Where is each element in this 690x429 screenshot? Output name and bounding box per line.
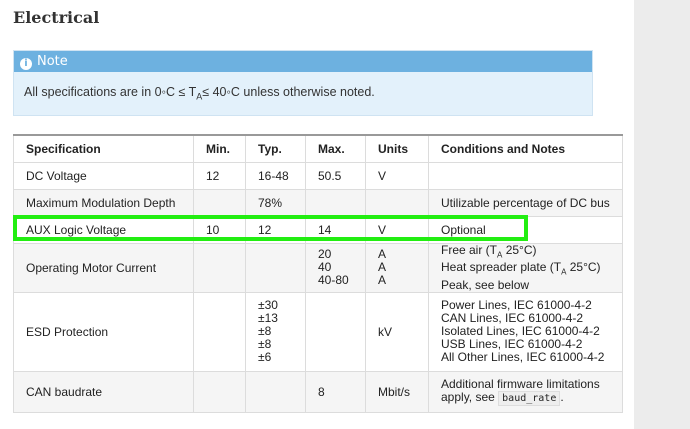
note-text-after: ≤ 40◦C unless otherwise noted.: [202, 85, 375, 99]
note-text-before: All specifications are in 0◦C ≤ T: [24, 85, 197, 99]
cell-notes: Power Lines, IEC 61000-4-2 CAN Lines, IE…: [428, 291, 623, 372]
notes-line: Free air (TA 25°C): [441, 244, 610, 261]
note-admonition: i Note All specifications are in 0◦C ≤ TA…: [13, 50, 593, 116]
cell-units: V: [365, 216, 429, 244]
cell-spec: DC Voltage: [13, 162, 194, 190]
cell-typ: [245, 243, 306, 293]
col-header-units: Units: [365, 134, 429, 163]
table-row: ESD Protection ±30 ±13 ±8 ±8 ±6 kV Power…: [13, 291, 623, 372]
section-title: Electrical: [13, 8, 100, 27]
cell-max: 8: [305, 370, 366, 413]
cell-typ: 78%: [245, 189, 306, 217]
col-header-notes: Conditions and Notes: [428, 134, 623, 163]
notes-text: apply, see: [441, 390, 499, 405]
cell-typ: ±30 ±13 ±8 ±8 ±6: [245, 291, 306, 372]
col-header-specification: Specification: [13, 134, 194, 163]
inline-code-baud-rate: baud_rate: [498, 391, 561, 407]
note-label: Note: [37, 54, 68, 69]
cell-units: A A A: [365, 243, 429, 293]
table-header-row: Specification Min. Typ. Max. Units Condi…: [13, 134, 623, 163]
cell-typ: 16-48: [245, 162, 306, 190]
cell-min: 10: [193, 216, 246, 244]
notes-line: Peak, see below: [441, 277, 530, 292]
cell-min: [193, 189, 246, 217]
notes-line: apply, see baud_rate.: [441, 390, 610, 407]
notes-suffix: .: [560, 390, 564, 405]
cell-units: V: [365, 162, 429, 190]
content-area: Electrical i Note All specifications are …: [13, 0, 634, 429]
cell-max: 20 40 40-80: [305, 243, 366, 293]
cell-spec: ESD Protection: [13, 291, 194, 372]
cell-notes: Free air (TA 25°C) Heat spreader plate (…: [428, 243, 623, 293]
right-side-panel: [634, 0, 690, 429]
notes-line: All Other Lines, IEC 61000-4-2: [441, 350, 605, 365]
notes-suffix: 25°C): [566, 260, 601, 275]
cell-min: [193, 291, 246, 372]
col-header-max: Max.: [305, 134, 366, 163]
cell-notes: Additional firmware limitations apply, s…: [428, 370, 623, 413]
cell-spec: AUX Logic Voltage: [13, 216, 194, 244]
note-header: i Note: [14, 51, 592, 72]
table-row: DC Voltage 12 16-48 50.5 V: [13, 162, 623, 190]
cell-max: 14: [305, 216, 366, 244]
specification-table: Specification Min. Typ. Max. Units Condi…: [13, 134, 623, 413]
cell-notes: [428, 162, 623, 190]
col-header-typ: Typ.: [245, 134, 306, 163]
cell-units: kV: [365, 291, 429, 372]
cell-units: [365, 189, 429, 217]
notes-text: Heat spreader plate (T: [441, 260, 562, 275]
notes-suffix: 25°C): [502, 243, 537, 257]
max-line: 40-80: [318, 273, 349, 288]
cell-max: 50.5: [305, 162, 366, 190]
col-header-min: Min.: [193, 134, 246, 163]
cell-notes: Utilizable percentage of DC bus: [428, 189, 623, 217]
units-line: A: [378, 273, 387, 288]
cell-typ: 12: [245, 216, 306, 244]
cell-notes: Optional: [428, 216, 623, 244]
cell-spec: Operating Motor Current: [13, 243, 194, 293]
table-row-aux-logic-voltage: AUX Logic Voltage 10 12 14 V Optional: [13, 216, 623, 244]
typ-line: ±6: [258, 350, 272, 365]
table-row: Maximum Modulation Depth 78% Utilizable …: [13, 189, 623, 217]
table-row: Operating Motor Current 20 40 40-80 A A …: [13, 243, 623, 293]
cell-spec: CAN baudrate: [13, 370, 194, 413]
cell-units: Mbit/s: [365, 370, 429, 413]
table-row: CAN baudrate 8 Mbit/s Additional firmwar…: [13, 370, 623, 413]
cell-min: 12: [193, 162, 246, 190]
cell-spec: Maximum Modulation Depth: [13, 189, 194, 217]
cell-max: [305, 189, 366, 217]
cell-min: [193, 370, 246, 413]
note-text: All specifications are in 0◦C ≤ TA≤ 40◦C…: [14, 72, 592, 115]
notes-line: Heat spreader plate (TA 25°C): [441, 261, 610, 278]
notes-text: Free air (T: [441, 243, 498, 257]
cell-max: [305, 291, 366, 372]
cell-typ: [245, 370, 306, 413]
info-icon: i: [20, 58, 32, 70]
cell-min: [193, 243, 246, 293]
